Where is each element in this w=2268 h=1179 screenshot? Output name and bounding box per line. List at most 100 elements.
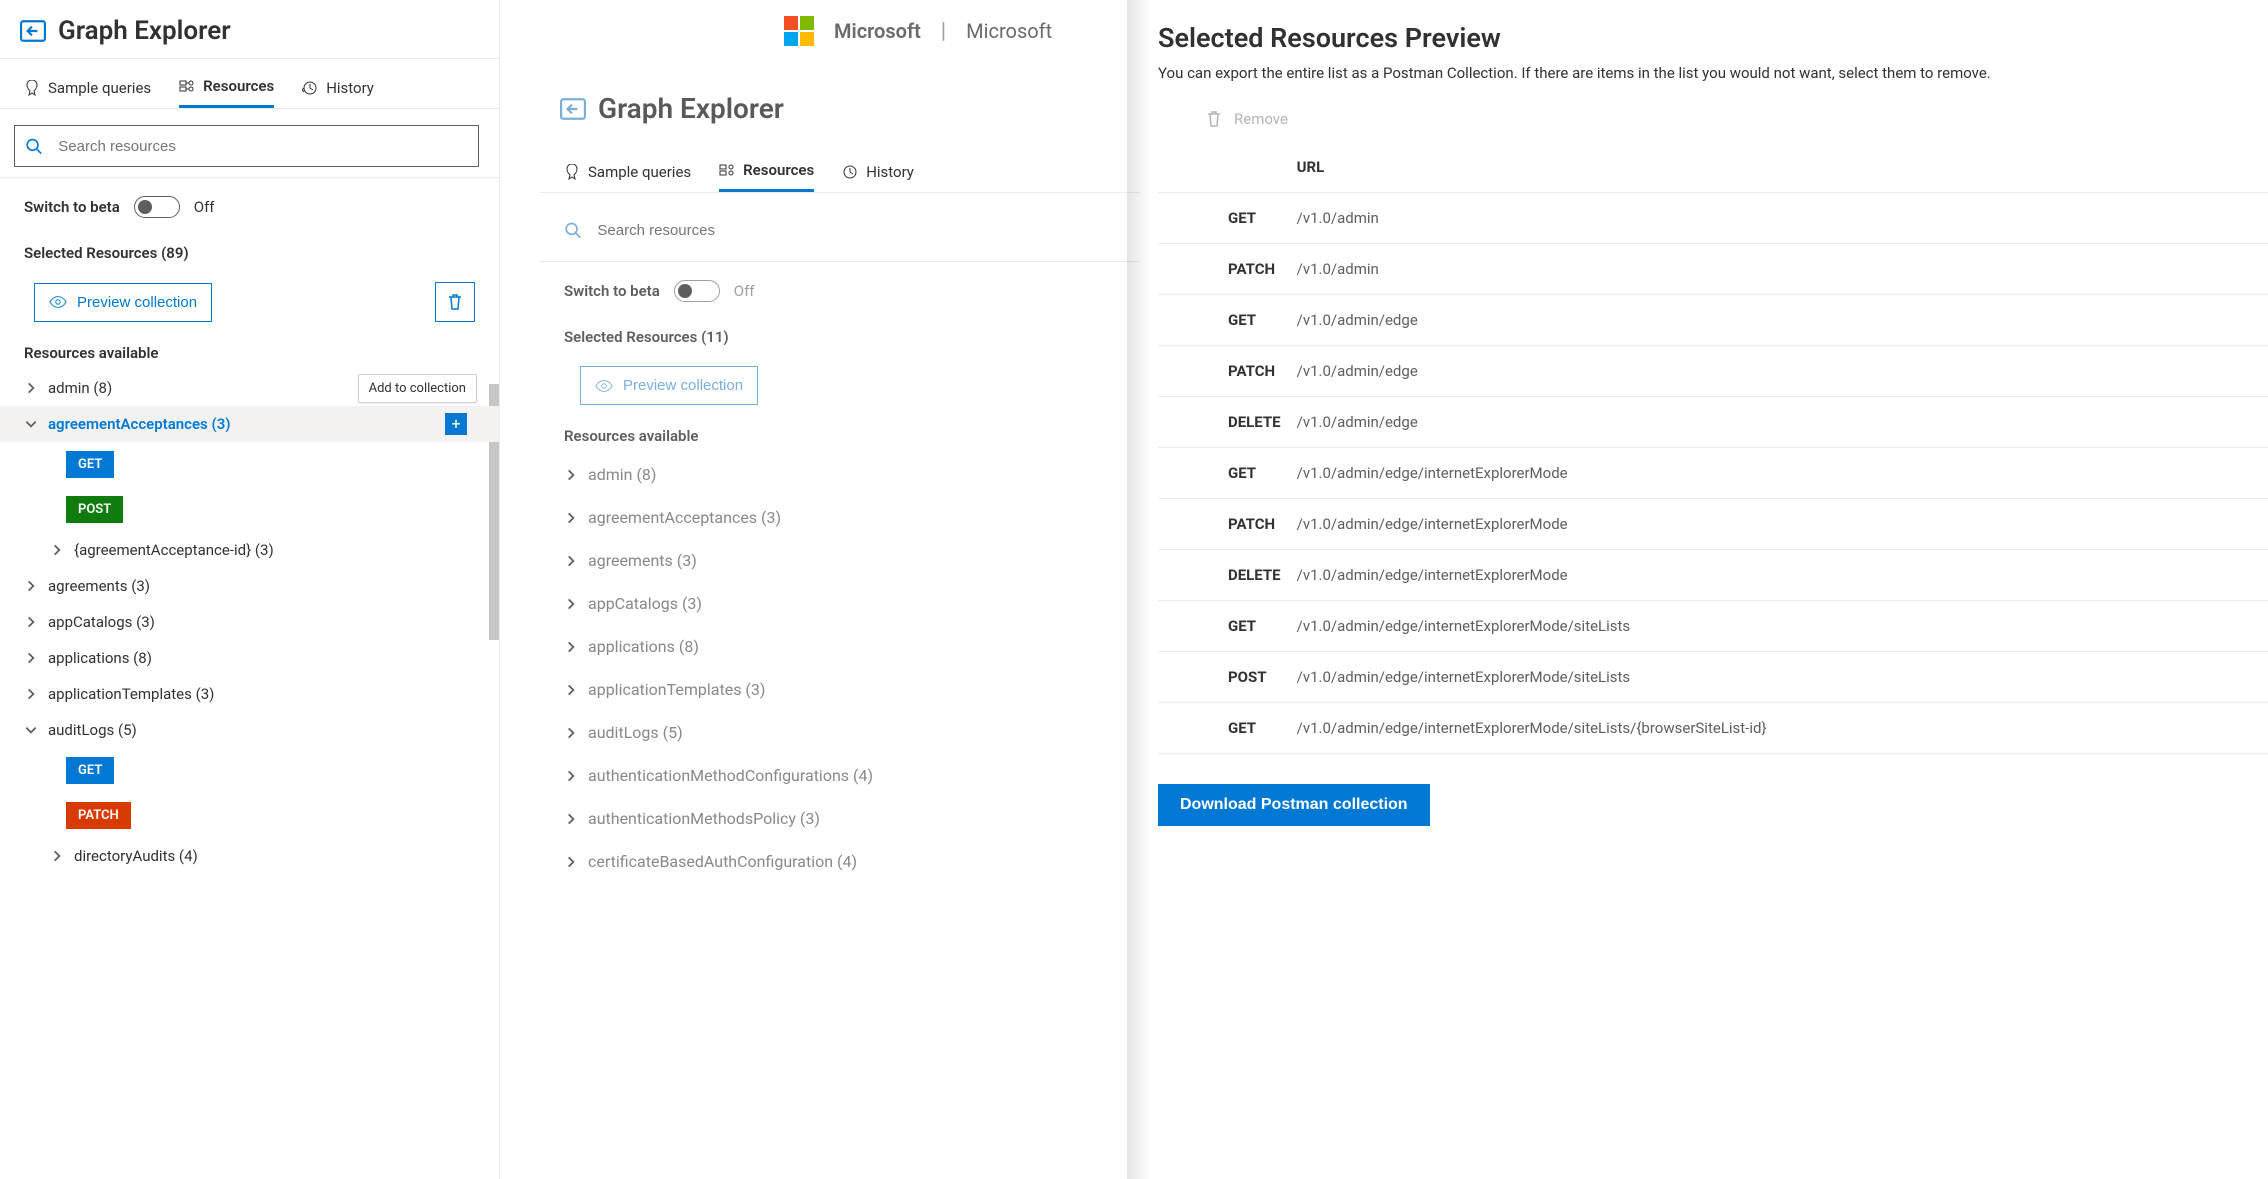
search-box [554, 209, 1120, 251]
preview-collection-button[interactable]: Preview collection [34, 283, 212, 322]
tree-node[interactable]: auditLogs (5) [0, 712, 499, 748]
tree-node: agreements (3) [540, 539, 1140, 582]
table-row[interactable]: GET/v1.0/admin [1158, 193, 2268, 244]
node-label: authenticationMethodsPolicy (3) [588, 809, 820, 828]
tab-sample-queries: Sample queries [564, 161, 691, 192]
tree-node[interactable]: agreements (3) [0, 568, 499, 604]
eye-icon [49, 295, 67, 309]
beta-switch-label: Switch to beta [564, 282, 660, 300]
tree-node[interactable]: appCatalogs (3) [0, 604, 499, 640]
eye-icon [595, 379, 613, 393]
tab-label: History [866, 163, 914, 181]
chevron-right-icon [24, 687, 38, 701]
tree-method-node[interactable]: PATCH [0, 793, 499, 838]
chevron-right-icon [564, 554, 578, 568]
tree-method-node[interactable]: POST [0, 487, 499, 532]
tree-node[interactable]: {agreementAcceptance-id} (3) [0, 532, 499, 568]
resources-available-title: Resources available [0, 338, 499, 370]
add-to-collection-button[interactable]: + [445, 413, 467, 435]
tabs: Sample queries Resources History [0, 59, 499, 109]
search-icon [564, 221, 581, 239]
tree-node: authenticationMethodConfigurations (4) [540, 754, 1140, 797]
method-cell: DELETE [1158, 397, 1289, 448]
beta-switch-row: Switch to beta Off [0, 178, 499, 236]
method-cell: PATCH [1158, 499, 1289, 550]
download-postman-button[interactable]: Download Postman collection [1158, 784, 1430, 826]
url-cell: /v1.0/admin/edge/internetExplorerMode [1289, 499, 2268, 550]
preview-title: Selected Resources Preview [1158, 22, 2268, 64]
node-label: appCatalogs (3) [48, 613, 155, 631]
beta-switch-label: Switch to beta [24, 198, 120, 216]
chevron-right-icon [50, 543, 64, 557]
tree-node[interactable]: applications (8) [0, 640, 499, 676]
tree-node: agreementAcceptances (3) [540, 496, 1140, 539]
beta-toggle[interactable] [134, 196, 180, 218]
table-row[interactable]: GET/v1.0/admin/edge/internetExplorerMode [1158, 448, 2268, 499]
node-label: certificateBasedAuthConfiguration (4) [588, 852, 857, 871]
tree-node[interactable]: applicationTemplates (3) [0, 676, 499, 712]
resources-available-title: Resources available [540, 421, 1140, 453]
table-row[interactable]: GET/v1.0/admin/edge [1158, 295, 2268, 346]
button-label: Preview collection [77, 294, 197, 311]
rocket-icon [24, 80, 40, 96]
tab-label: Resources [203, 77, 274, 95]
table-row[interactable]: DELETE/v1.0/admin/edge [1158, 397, 2268, 448]
search-input[interactable] [42, 138, 468, 155]
beta-toggle [674, 280, 720, 302]
chevron-right-icon [564, 812, 578, 826]
node-label: directoryAudits (4) [74, 847, 198, 865]
beta-toggle-state: Off [194, 198, 215, 216]
chevron-down-icon [24, 417, 38, 431]
tab-label: Sample queries [48, 79, 151, 97]
chevron-right-icon [24, 651, 38, 665]
method-cell: PATCH [1158, 244, 1289, 295]
search-wrap [0, 109, 499, 178]
search-box[interactable] [14, 125, 479, 167]
node-label: admin (8) [588, 465, 657, 484]
tab-history[interactable]: History [302, 77, 374, 108]
table-row[interactable]: POST/v1.0/admin/edge/internetExplorerMod… [1158, 652, 2268, 703]
resources-table: URL GET/v1.0/adminPATCH/v1.0/adminGET/v1… [1158, 142, 2268, 754]
remove-button[interactable]: Remove [1158, 100, 2268, 142]
method-badge: POST [66, 496, 123, 523]
method-cell: GET [1158, 448, 1289, 499]
node-label: applicationTemplates (3) [588, 680, 765, 699]
delete-collection-button[interactable] [435, 282, 475, 322]
graph-explorer-panel: Graph Explorer Sample queries Resources … [0, 0, 500, 1179]
resources-icon [179, 78, 195, 94]
resources-tree: admin (8)agreementAcceptances (3)Add to … [0, 370, 499, 894]
search-input [581, 222, 1110, 239]
tree-node[interactable]: directoryAudits (4) [0, 838, 499, 874]
chevron-down-icon [24, 723, 38, 737]
tree-node: admin (8) [540, 453, 1140, 496]
panel-title: Graph Explorer [598, 92, 784, 125]
table-row[interactable]: PATCH/v1.0/admin/edge [1158, 346, 2268, 397]
tree-node: authenticationMethodsPolicy (3) [540, 797, 1140, 840]
tab-resources[interactable]: Resources [179, 77, 274, 108]
url-cell: /v1.0/admin/edge [1289, 346, 2268, 397]
tab-label: Resources [743, 161, 814, 179]
selected-resources-title: Selected Resources (11) [540, 320, 1140, 354]
table-row[interactable]: PATCH/v1.0/admin [1158, 244, 2268, 295]
tree-node[interactable]: agreementAcceptances (3)Add to collectio… [0, 406, 499, 442]
resources-tree: admin (8) agreementAcceptances (3) agreeme… [540, 453, 1140, 903]
tab-sample-queries[interactable]: Sample queries [24, 77, 151, 108]
tab-label: History [326, 79, 374, 97]
table-row[interactable]: GET/v1.0/admin/edge/internetExplorerMode… [1158, 601, 2268, 652]
table-row[interactable]: PATCH/v1.0/admin/edge/internetExplorerMo… [1158, 499, 2268, 550]
resources-icon [719, 162, 735, 178]
node-label: applications (8) [48, 649, 152, 667]
node-label: agreements (3) [588, 551, 697, 570]
table-row[interactable]: DELETE/v1.0/admin/edge/internetExplorerM… [1158, 550, 2268, 601]
button-label: Download Postman collection [1180, 796, 1408, 813]
table-row[interactable]: GET/v1.0/admin/edge/internetExplorerMode… [1158, 703, 2268, 754]
tree-method-node[interactable]: GET [0, 442, 499, 487]
selected-actions: Preview collection [0, 270, 499, 338]
method-cell: GET [1158, 703, 1289, 754]
tab-history: History [842, 161, 914, 192]
node-label: agreements (3) [48, 577, 150, 595]
tab-label: Sample queries [588, 163, 691, 181]
node-label: applications (8) [588, 637, 699, 656]
tree-method-node[interactable]: GET [0, 748, 499, 793]
url-cell: /v1.0/admin [1289, 193, 2268, 244]
